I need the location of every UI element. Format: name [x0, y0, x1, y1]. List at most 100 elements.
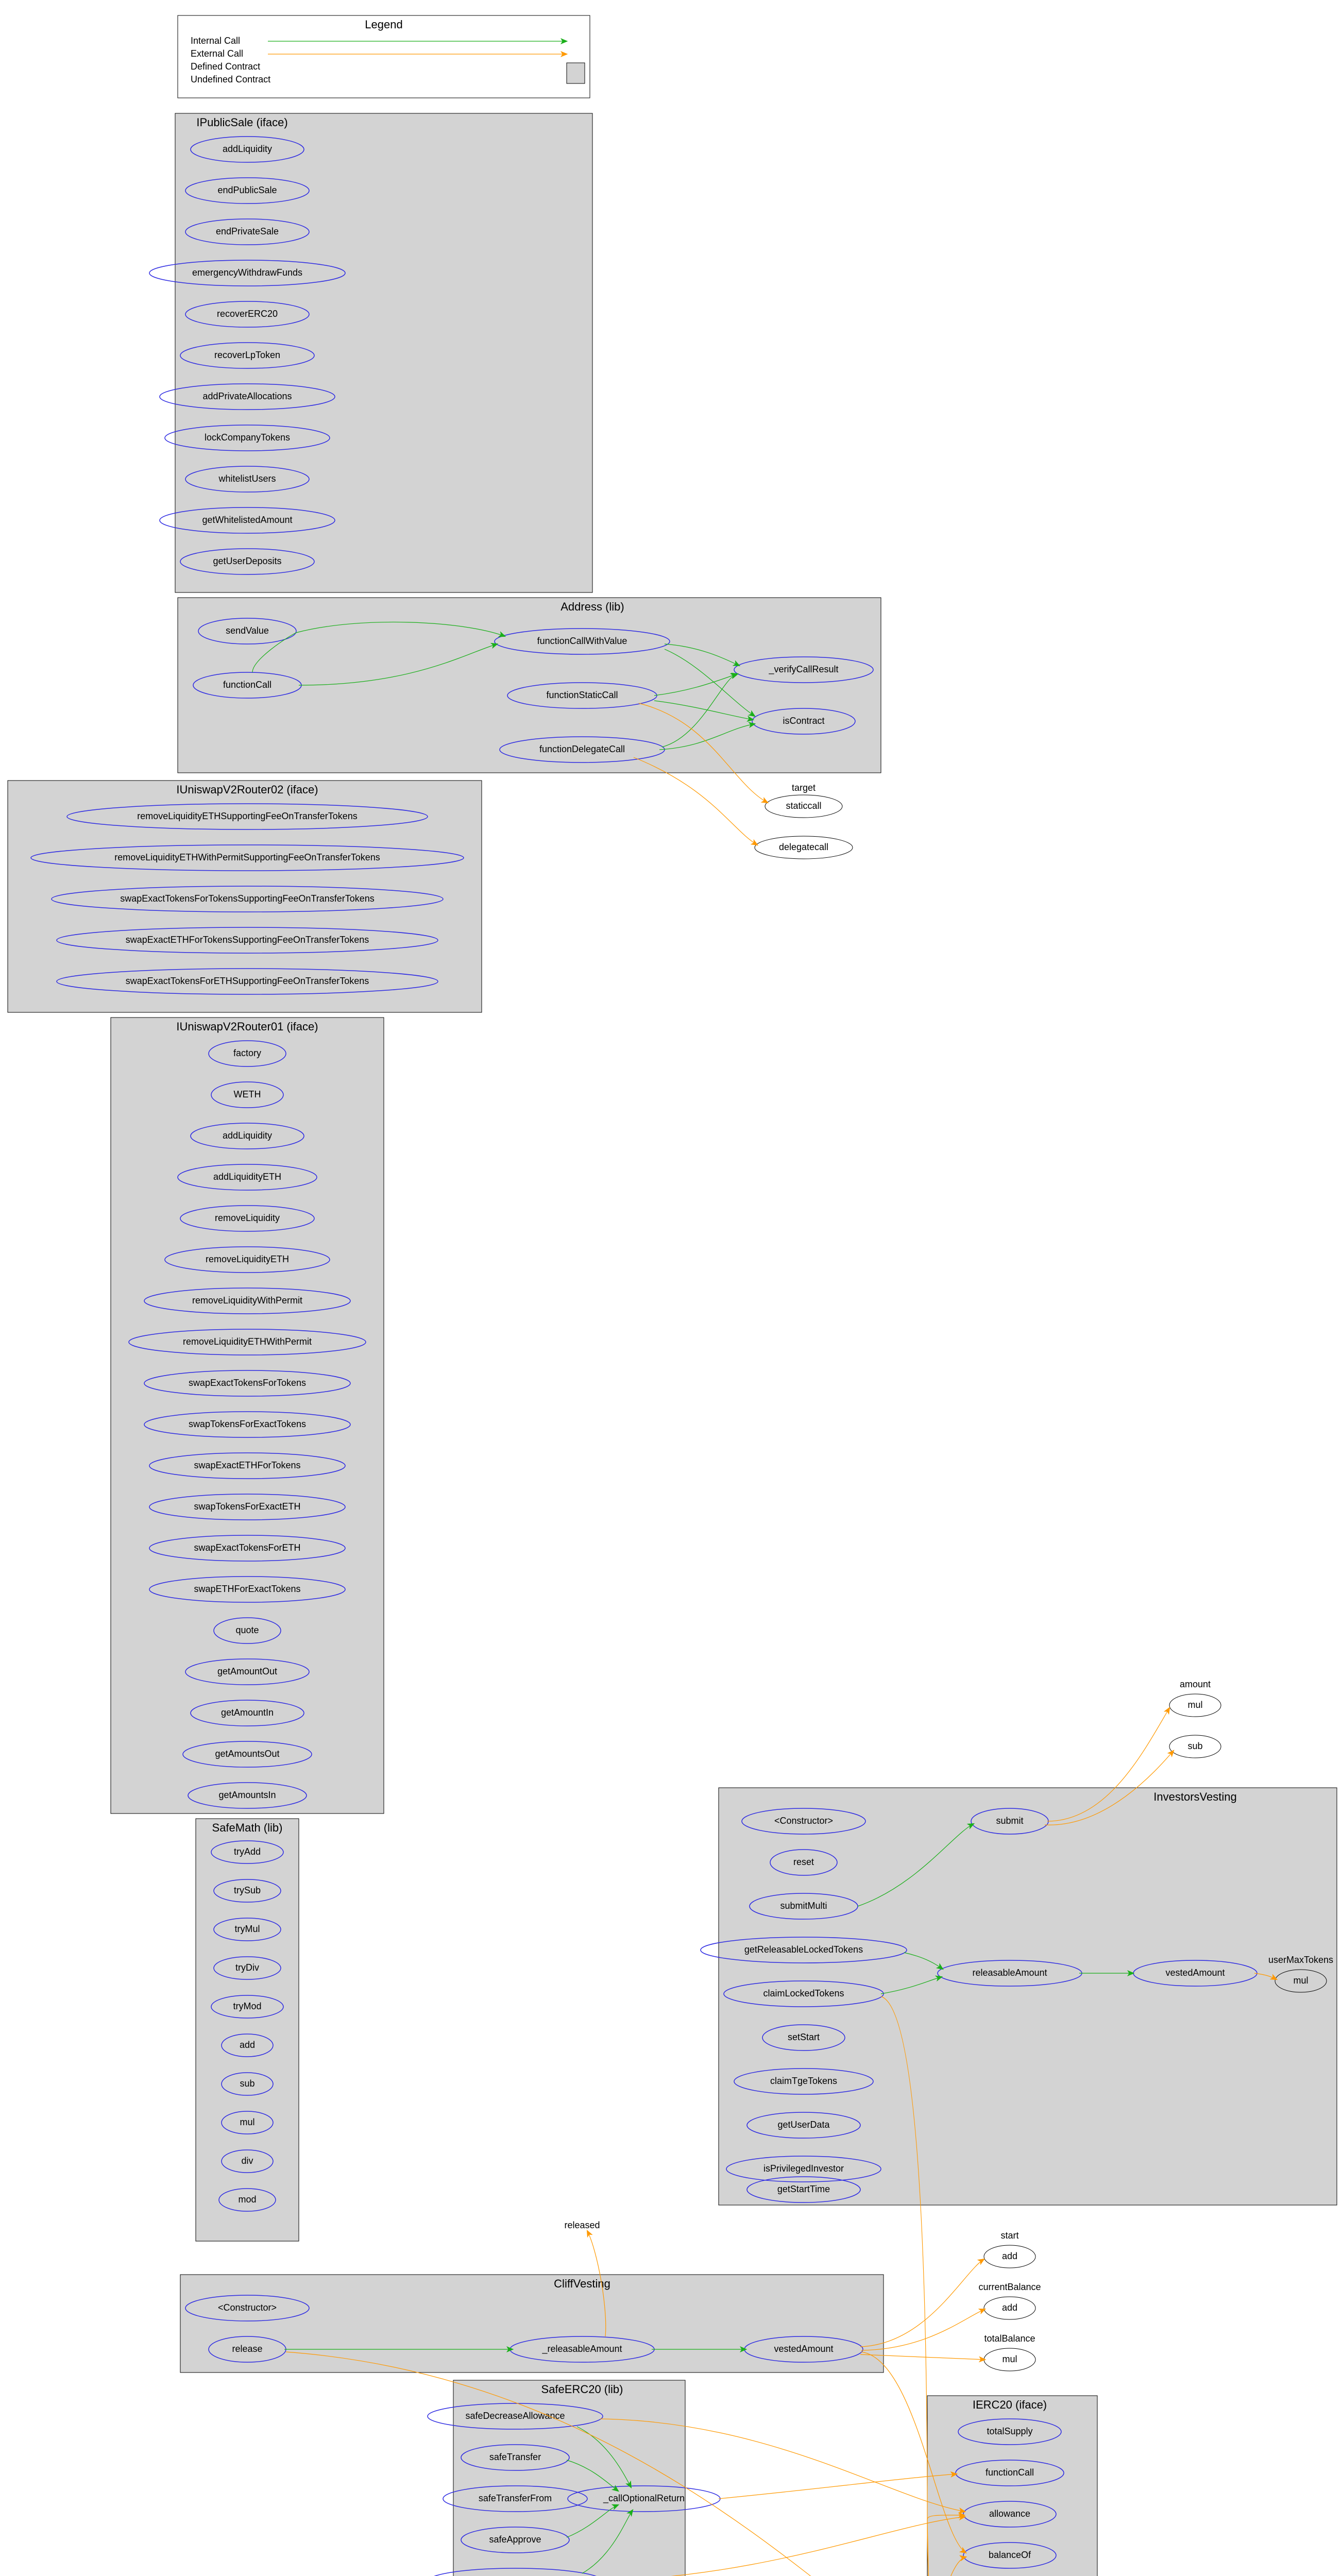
cluster-ierc20: IERC20 (iface) totalSupply functionCall … [927, 2396, 1097, 2576]
svg-text:releasableAmount: releasableAmount [972, 1968, 1047, 1978]
svg-text:lockCompanyTokens: lockCompanyTokens [205, 432, 290, 443]
svg-text:removeLiquidityETHWithPermit: removeLiquidityETHWithPermit [183, 1336, 312, 1347]
svg-text:addLiquidity: addLiquidity [223, 1130, 272, 1141]
svg-text:tryMul: tryMul [235, 1924, 260, 1934]
svg-text:swapTokensForExactETH: swapTokensForExactETH [194, 1501, 300, 1512]
svg-text:whitelistUsers: whitelistUsers [218, 473, 276, 484]
svg-text:functionCallWithValue: functionCallWithValue [537, 636, 627, 646]
svg-text:tryMod: tryMod [233, 2001, 261, 2011]
legend: Legend Internal Call External Call Defin… [178, 15, 590, 98]
svg-text:getAmountIn: getAmountIn [221, 1707, 274, 1718]
svg-text:removeLiquidityWithPermit: removeLiquidityWithPermit [192, 1295, 302, 1306]
cluster-iuniswapv2router02: IUniswapV2Router02 (iface) removeLiquidi… [8, 781, 482, 1012]
svg-text:totalBalance: totalBalance [984, 2333, 1035, 2344]
svg-text:userMaxTokens: userMaxTokens [1268, 1955, 1333, 1965]
svg-text:claimLockedTokens: claimLockedTokens [763, 1988, 844, 1998]
svg-text:_releasableAmount: _releasableAmount [541, 2344, 622, 2354]
svg-text:isContract: isContract [783, 716, 824, 726]
svg-text:swapExactTokensForETH: swapExactTokensForETH [194, 1543, 300, 1553]
svg-text:getAmountOut: getAmountOut [217, 1666, 277, 1676]
svg-text:IERC20 (iface): IERC20 (iface) [973, 2398, 1047, 2411]
svg-text:getAmountsOut: getAmountsOut [215, 1749, 279, 1759]
svg-text:addLiquidityETH: addLiquidityETH [213, 1172, 281, 1182]
svg-text:totalSupply: totalSupply [987, 2426, 1032, 2436]
svg-text:mul: mul [1002, 2354, 1017, 2364]
cluster-investorsvesting: InvestorsVesting <Constructor> submit re… [701, 1788, 1337, 2205]
svg-text:mul: mul [240, 2117, 254, 2127]
legend-external: External Call [191, 48, 243, 59]
svg-text:endPrivateSale: endPrivateSale [216, 226, 279, 236]
svg-text:target: target [792, 783, 816, 793]
svg-text:SafeERC20 (lib): SafeERC20 (lib) [541, 2383, 623, 2396]
svg-text:claimTgeTokens: claimTgeTokens [770, 2076, 837, 2086]
svg-text:trySub: trySub [234, 1885, 261, 1895]
svg-text:getReleasableLockedTokens: getReleasableLockedTokens [744, 1944, 863, 1955]
svg-text:setStart: setStart [788, 2032, 820, 2042]
svg-text:swapExactETHForTokensSupportin: swapExactETHForTokensSupportingFeeOnTran… [126, 935, 369, 945]
svg-text:amount: amount [1180, 1679, 1211, 1689]
svg-text:submit: submit [996, 1816, 1023, 1826]
svg-text:swapTokensForExactTokens: swapTokensForExactTokens [189, 1419, 306, 1429]
svg-text:staticcall: staticcall [786, 801, 821, 811]
svg-text:safeDecreaseAllowance: safeDecreaseAllowance [465, 2411, 565, 2421]
legend-defined: Defined Contract [191, 61, 260, 72]
svg-text:IPublicSale (iface): IPublicSale (iface) [196, 116, 287, 129]
svg-text:allowance: allowance [989, 2509, 1030, 2519]
svg-text:reset: reset [793, 1857, 814, 1867]
svg-text:safeTransferFrom: safeTransferFrom [479, 2493, 552, 2503]
svg-text:add: add [1002, 2251, 1017, 2261]
svg-text:getStartTime: getStartTime [777, 2184, 830, 2194]
svg-text:isPrivilegedInvestor: isPrivilegedInvestor [763, 2163, 844, 2174]
svg-text:swapExactTokensForETHSupportin: swapExactTokensForETHSupportingFeeOnTran… [126, 976, 369, 986]
svg-text:sendValue: sendValue [226, 625, 269, 636]
svg-text:Address (lib): Address (lib) [560, 600, 624, 613]
svg-text:mod: mod [238, 2194, 256, 2205]
svg-text:functionStaticCall: functionStaticCall [546, 690, 618, 700]
svg-text:getAmountsIn: getAmountsIn [218, 1790, 276, 1800]
svg-text:SafeMath (lib): SafeMath (lib) [212, 1821, 283, 1834]
legend-internal: Internal Call [191, 36, 240, 46]
svg-text:add: add [240, 2040, 255, 2050]
svg-text:emergencyWithdrawFunds: emergencyWithdrawFunds [192, 267, 302, 278]
svg-text:endPublicSale: endPublicSale [217, 185, 277, 195]
svg-text:_callOptionalReturn: _callOptionalReturn [603, 2493, 685, 2504]
svg-text:recoverLpToken: recoverLpToken [214, 350, 280, 360]
svg-text:InvestorsVesting: InvestorsVesting [1153, 1790, 1236, 1803]
cluster-ipublicsale: IPublicSale (iface) addLiquidity endPubl… [149, 113, 592, 592]
svg-text:sub: sub [240, 2078, 254, 2089]
svg-text:vestedAmount: vestedAmount [774, 2344, 833, 2354]
svg-text:<Constructor>: <Constructor> [774, 1816, 833, 1826]
svg-text:IUniswapV2Router01 (iface): IUniswapV2Router01 (iface) [176, 1020, 318, 1033]
svg-text:functionDelegateCall: functionDelegateCall [539, 744, 625, 754]
svg-text:_verifyCallResult: _verifyCallResult [768, 664, 838, 675]
svg-text:addPrivateAllocations: addPrivateAllocations [202, 391, 292, 401]
legend-undefined: Undefined Contract [191, 74, 270, 84]
svg-text:addLiquidity: addLiquidity [223, 144, 272, 154]
svg-text:div: div [241, 2156, 253, 2166]
svg-text:released: released [564, 2220, 600, 2230]
svg-text:start: start [1000, 2230, 1018, 2241]
svg-text:swapExactETHForTokens: swapExactETHForTokens [194, 1460, 300, 1470]
svg-text:WETH: WETH [234, 1089, 261, 1099]
svg-text:add: add [1002, 2302, 1017, 2313]
svg-text:submitMulti: submitMulti [780, 1901, 827, 1911]
svg-text:mul: mul [1187, 1700, 1202, 1710]
svg-text:tryDiv: tryDiv [235, 1962, 259, 1973]
cluster-safemath: SafeMath (lib) tryAdd trySub tryMul tryD… [196, 1819, 299, 2241]
svg-text:balanceOf: balanceOf [989, 2550, 1031, 2560]
cluster-iuniswapv2router01: IUniswapV2Router01 (iface) factory WETH … [111, 1018, 384, 1814]
svg-text:swapETHForExactTokens: swapETHForExactTokens [194, 1584, 300, 1594]
svg-text:getWhitelistedAmount: getWhitelistedAmount [202, 515, 292, 525]
svg-text:removeLiquidityETHWithPermitSu: removeLiquidityETHWithPermitSupportingFe… [114, 852, 380, 862]
svg-text:sub: sub [1187, 1741, 1202, 1751]
svg-text:safeTransfer: safeTransfer [489, 2452, 541, 2462]
svg-text:removeLiquidityETHSupportingFe: removeLiquidityETHSupportingFeeOnTransfe… [137, 811, 358, 821]
svg-text:vestedAmount: vestedAmount [1165, 1968, 1225, 1978]
svg-text:IUniswapV2Router02 (iface): IUniswapV2Router02 (iface) [176, 783, 318, 796]
svg-text:quote: quote [235, 1625, 259, 1635]
svg-text:release: release [232, 2344, 262, 2354]
cluster-cliffvesting: CliffVesting <Constructor> release _rele… [180, 2275, 884, 2372]
cluster-safeerc20: SafeERC20 (lib) safeDecreaseAllowance sa… [428, 2380, 685, 2576]
svg-text:getUserDeposits: getUserDeposits [213, 556, 281, 566]
cluster-address: Address (lib) sendValue functionCall fun… [178, 598, 881, 773]
